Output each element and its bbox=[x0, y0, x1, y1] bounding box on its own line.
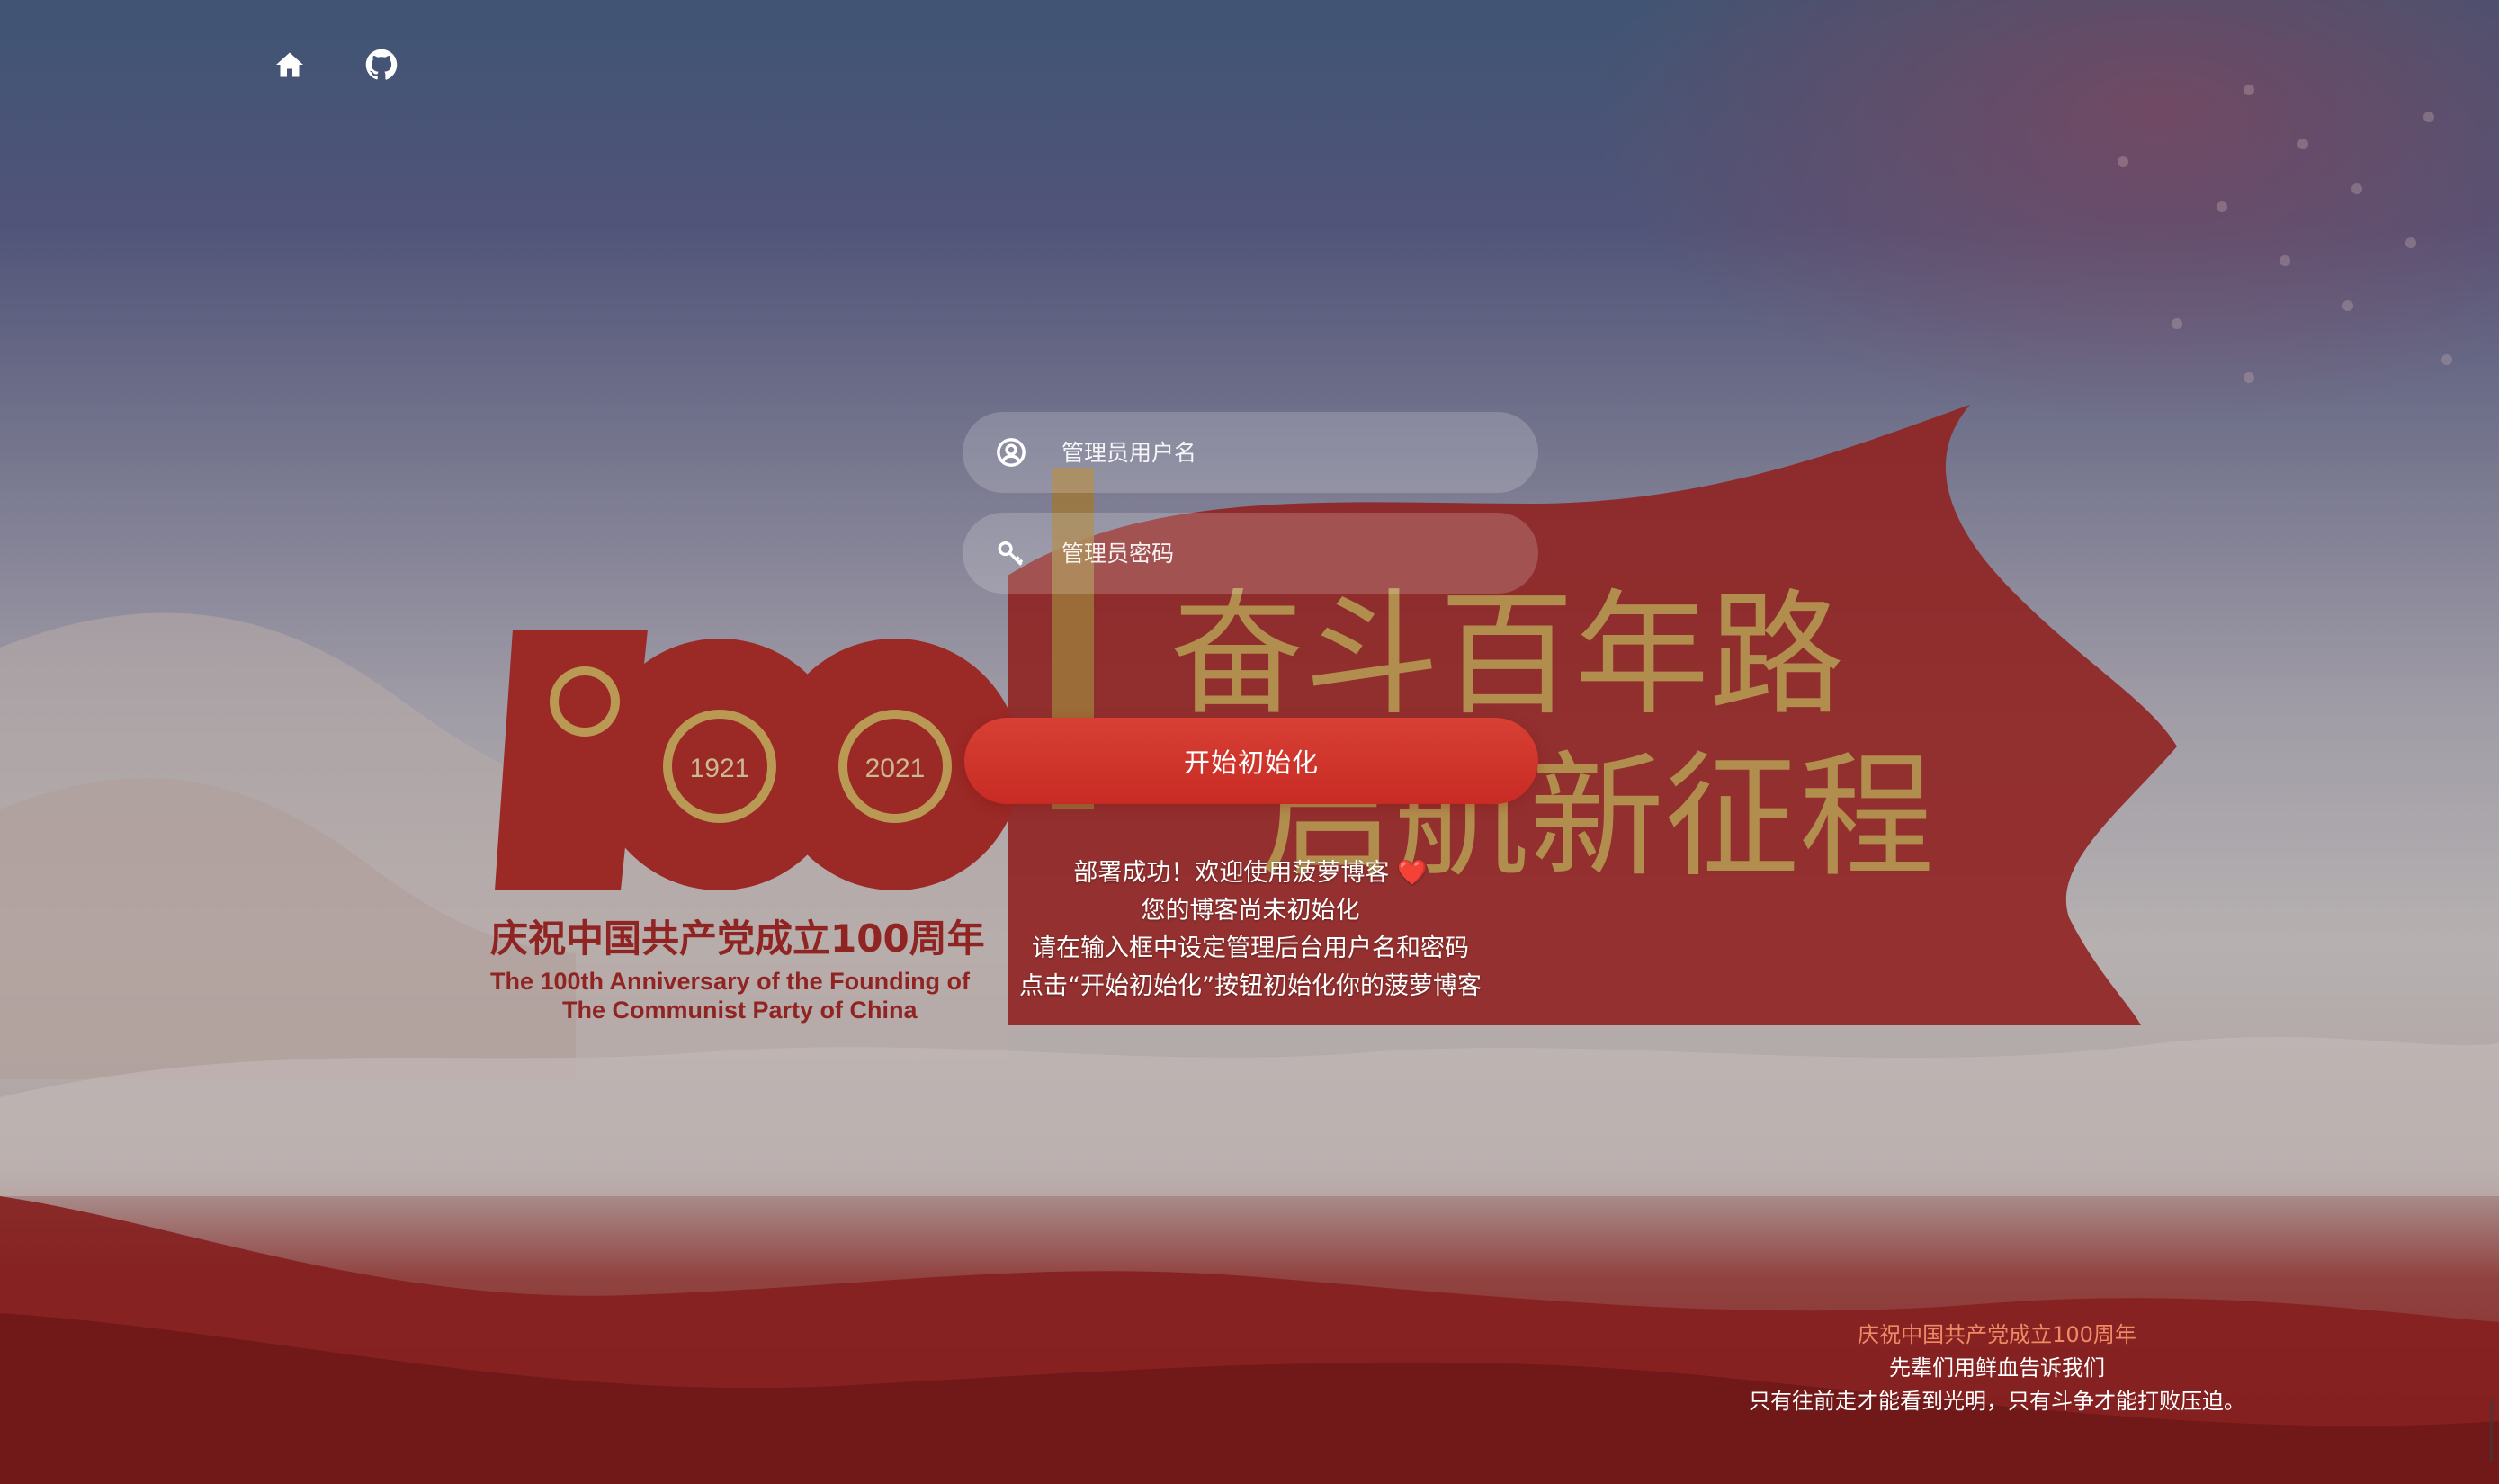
emblem-caption-en-2: The Communist Party of China bbox=[562, 997, 918, 1024]
password-field-wrapper bbox=[963, 513, 1538, 594]
banner-calligraphy: 奋斗百年路 bbox=[1169, 577, 1844, 734]
footer-quote: 庆祝中国共产党成立100周年 先辈们用鲜血告诉我们 只有往前走才能看到光明，只有… bbox=[1673, 1319, 2321, 1418]
home-link[interactable] bbox=[270, 45, 309, 85]
user-circle-icon bbox=[995, 436, 1027, 469]
message-line-3: 请在输入框中设定管理后台用户名和密码 bbox=[1032, 934, 1469, 962]
quote-line-2: 只有往前走才能看到光明，只有斗争才能打败压迫。 bbox=[1749, 1389, 2245, 1414]
emblem-caption-en-1: The 100th Anniversary of the Founding of bbox=[490, 968, 971, 995]
start-init-button[interactable]: 开始初始化 bbox=[964, 718, 1538, 804]
top-nav bbox=[270, 45, 401, 85]
emblem-year-2021: 2021 bbox=[865, 754, 926, 783]
message-line-4: 点击“开始初始化”按钮初始化你的菠萝博客 bbox=[1019, 972, 1482, 1000]
home-icon bbox=[276, 52, 303, 77]
password-input[interactable] bbox=[1060, 525, 1531, 581]
emblem-year-1921: 1921 bbox=[690, 754, 750, 783]
message-line-2: 您的博客尚未初始化 bbox=[1141, 897, 1360, 925]
username-input[interactable] bbox=[1060, 425, 1531, 480]
username-field-wrapper bbox=[963, 412, 1538, 493]
github-link[interactable] bbox=[362, 45, 401, 85]
quote-title: 庆祝中国共产党成立100周年 bbox=[1858, 1322, 2136, 1347]
scrollbar-edge bbox=[2490, 1399, 2493, 1462]
key-icon bbox=[995, 537, 1027, 569]
heart-icon: ❤️ bbox=[1396, 859, 1428, 887]
distant-mountains bbox=[0, 1036, 2499, 1196]
init-messages: 部署成功！欢迎使用菠萝博客 ❤️ 您的博客尚未初始化 请在输入框中设定管理后台用… bbox=[900, 854, 1601, 1006]
github-icon bbox=[365, 49, 398, 80]
decorative-dots bbox=[2118, 85, 2452, 383]
message-line-1: 部署成功！欢迎使用菠萝博客 ❤️ bbox=[1073, 859, 1428, 887]
quote-line-1: 先辈们用鲜血告诉我们 bbox=[1889, 1355, 2105, 1381]
